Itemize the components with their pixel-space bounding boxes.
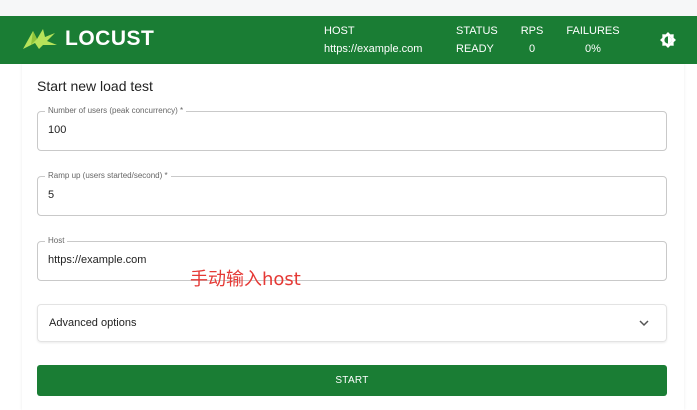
- host-annotation: 手动输入host: [190, 269, 301, 290]
- host-stat-label: HOST: [324, 25, 355, 37]
- top-strip: [0, 0, 697, 16]
- rps-stat: RPS 0: [518, 23, 546, 57]
- users-field[interactable]: Number of users (peak concurrency) * 100: [37, 106, 667, 151]
- status-stat-value: READY: [456, 43, 494, 55]
- users-field-label: Number of users (peak concurrency) *: [45, 106, 187, 116]
- theme-toggle-button[interactable]: [659, 31, 677, 49]
- brightness-icon: [660, 32, 676, 48]
- rps-stat-label: RPS: [520, 25, 544, 37]
- locust-logo[interactable]: LOCUST: [21, 27, 154, 51]
- ramp-up-field-value[interactable]: 5: [48, 189, 54, 201]
- host-field-value[interactable]: https://example.com: [48, 254, 146, 266]
- host-field[interactable]: Host https://example.com: [37, 236, 667, 281]
- ramp-up-field[interactable]: Ramp up (users started/second) * 5: [37, 171, 667, 216]
- users-field-value[interactable]: 100: [48, 124, 66, 136]
- navbar: LOCUST HOST https://example.com STATUS R…: [0, 16, 697, 64]
- rps-stat-value: 0: [528, 43, 536, 55]
- start-button-label: START: [335, 375, 369, 386]
- advanced-options-label: Advanced options: [49, 317, 137, 329]
- logo-text: LOCUST: [65, 27, 155, 50]
- locust-logo-icon: [23, 29, 57, 49]
- failures-stat-value: 0%: [585, 43, 601, 55]
- chevron-down-icon: [639, 320, 649, 327]
- advanced-options-accordion[interactable]: Advanced options: [37, 304, 667, 342]
- failures-stat-label: FAILURES: [566, 25, 620, 37]
- ramp-up-field-label: Ramp up (users started/second) *: [45, 171, 171, 181]
- host-stat: HOST https://example.com: [324, 23, 422, 57]
- failures-stat: FAILURES 0%: [562, 23, 624, 57]
- form-title: Start new load test: [37, 78, 153, 94]
- host-stat-value: https://example.com: [324, 43, 423, 55]
- host-field-label: Host: [45, 236, 68, 246]
- start-button[interactable]: START: [37, 365, 667, 396]
- status-stat-label: STATUS: [456, 25, 498, 37]
- status-stat: STATUS READY: [456, 23, 498, 57]
